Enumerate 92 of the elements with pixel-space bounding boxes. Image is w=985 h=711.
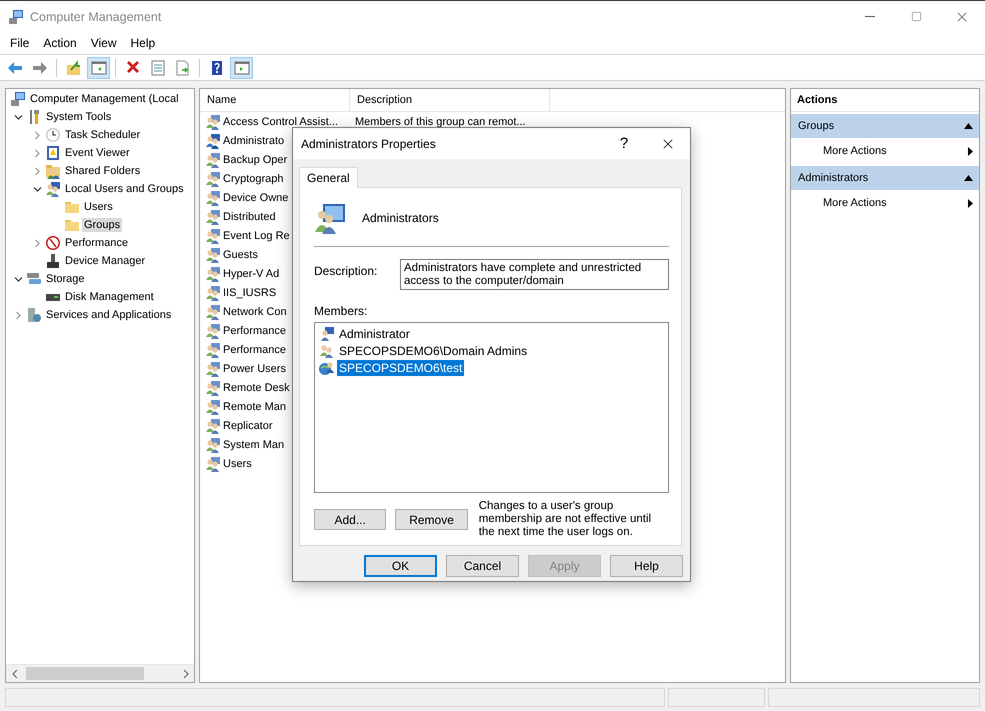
expand-chevron-icon[interactable] xyxy=(14,310,22,320)
clock-icon xyxy=(45,127,61,143)
column-header[interactable]: Description xyxy=(350,89,550,111)
users-icon xyxy=(45,181,61,197)
folder-up-icon xyxy=(66,60,82,76)
remove-button[interactable]: Remove xyxy=(395,509,468,530)
membership-note: Changes to a user's group membership are not effective until the next time the user logs on. xyxy=(478,500,652,539)
dialog-button[interactable]: Cancel xyxy=(446,555,519,577)
minimize-icon xyxy=(865,16,875,17)
toolbar-button[interactable] xyxy=(87,56,110,78)
properties-icon xyxy=(150,60,166,76)
submenu-arrow-icon xyxy=(968,198,973,208)
group-description: Members of this group can remot... xyxy=(355,116,526,128)
menu-item[interactable]: View xyxy=(84,36,124,50)
collapse-triangle-icon[interactable] xyxy=(964,123,973,129)
action-label: More Actions xyxy=(823,197,887,209)
user-icon xyxy=(319,326,335,342)
globe-user-icon xyxy=(319,360,335,376)
window-title: Computer Management xyxy=(30,10,162,24)
description-label: Description: xyxy=(314,264,378,280)
collapse-chevron-icon[interactable] xyxy=(14,112,22,122)
actions-title: Actions xyxy=(791,89,979,112)
dialog-button[interactable]: OK xyxy=(364,555,437,577)
tree-item[interactable]: Local Users and Groups xyxy=(63,182,186,196)
scroll-right-icon[interactable] xyxy=(182,670,188,678)
menu-item[interactable]: Action xyxy=(36,36,84,50)
dialog-title: Administrators Properties xyxy=(301,136,437,150)
description-field[interactable]: Administrators have complete and unrestricted access to the computer/domain xyxy=(400,259,669,290)
tab[interactable]: General xyxy=(299,167,358,188)
storage-icon xyxy=(26,271,42,287)
expand-chevron-icon[interactable] xyxy=(32,148,42,158)
tree-item[interactable]: Device Manager xyxy=(63,254,148,268)
members-label: Members: xyxy=(314,304,368,318)
tree-item[interactable]: Shared Folders xyxy=(63,164,142,178)
tree-item[interactable]: Storage xyxy=(44,272,87,286)
pane-icon xyxy=(90,60,106,76)
computer-icon xyxy=(10,91,26,107)
scroll-left-icon[interactable] xyxy=(12,670,18,678)
member-item[interactable]: SPECOPSDEMO6\test xyxy=(337,360,464,376)
menu-item[interactable]: File xyxy=(3,36,36,50)
action-section-header[interactable]: Administrators xyxy=(791,166,979,190)
members-list[interactable]: Administrator SPECOPSDEMO6\Domain Admins SPECOPSDEMO6\test xyxy=(314,322,669,493)
export-icon xyxy=(174,60,190,76)
group-icon xyxy=(314,202,346,234)
column-header[interactable]: Name xyxy=(200,89,350,111)
action-item[interactable]: More Actions xyxy=(791,138,979,164)
scroll-thumb[interactable] xyxy=(26,667,144,680)
tree-item[interactable]: Users xyxy=(82,200,115,214)
member-item[interactable]: Administrator xyxy=(337,326,412,342)
submenu-arrow-icon xyxy=(968,146,973,156)
tree-item[interactable]: Services and Applications xyxy=(44,308,174,322)
collapse-chevron-icon[interactable] xyxy=(32,184,42,194)
back-arrow-icon xyxy=(6,60,22,76)
folder-icon xyxy=(64,217,80,233)
group-icon xyxy=(319,342,335,358)
computer-icon xyxy=(8,8,24,24)
gauge-icon xyxy=(45,235,61,251)
dialog-button[interactable]: Help xyxy=(610,555,683,577)
pane-icon xyxy=(234,60,250,76)
event-log-icon xyxy=(45,145,61,161)
action-item[interactable]: More Actions xyxy=(791,190,979,216)
add-button[interactable]: Add... xyxy=(314,509,386,530)
help-button[interactable]: ? xyxy=(602,128,646,159)
tree-item[interactable]: Performance xyxy=(63,236,130,250)
toolbar-button[interactable] xyxy=(230,56,253,78)
section-title: Groups xyxy=(798,120,834,132)
tree-item[interactable]: Disk Management xyxy=(63,290,156,304)
expand-chevron-icon[interactable] xyxy=(32,130,42,140)
maximize-icon xyxy=(910,11,922,22)
device-icon xyxy=(45,253,61,269)
tree-item[interactable]: System Tools xyxy=(44,110,114,124)
group-name: Administrators xyxy=(362,211,439,225)
shared-folder-icon xyxy=(45,163,61,179)
expand-chevron-icon[interactable] xyxy=(32,238,42,248)
expand-chevron-icon[interactable] xyxy=(32,166,42,176)
horizontal-scrollbar[interactable] xyxy=(6,664,194,682)
collapse-triangle-icon[interactable] xyxy=(964,175,973,181)
group-name[interactable]: Access Control Assist... xyxy=(223,116,352,128)
menu-item[interactable]: Help xyxy=(124,36,162,50)
collapse-chevron-icon[interactable] xyxy=(14,274,22,284)
tree-item[interactable]: Computer Management (Local xyxy=(28,92,181,106)
section-title: Administrators xyxy=(798,172,868,184)
tree-item[interactable]: Task Scheduler xyxy=(63,128,142,142)
services-icon xyxy=(26,307,42,323)
tree-item[interactable]: Groups xyxy=(82,218,122,232)
tree-item[interactable]: Event Viewer xyxy=(63,146,132,160)
action-label: More Actions xyxy=(823,145,887,157)
folder-icon xyxy=(64,199,80,215)
member-item[interactable]: SPECOPSDEMO6\Domain Admins xyxy=(337,342,530,358)
forward-arrow-icon xyxy=(32,60,48,76)
action-section-header[interactable]: Groups xyxy=(791,114,979,138)
delete-icon xyxy=(124,60,140,76)
